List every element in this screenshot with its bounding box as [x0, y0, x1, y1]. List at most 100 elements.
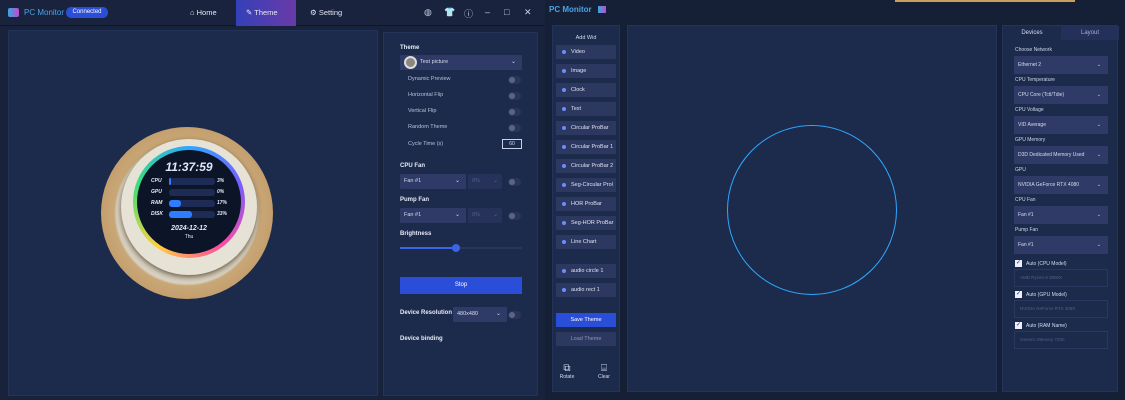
add-widget-item[interactable]: Seg-Circular Prol	[556, 178, 616, 192]
field-select[interactable]: D3D Dedicated Memory Used ⌄	[1014, 146, 1108, 164]
add-widget-item[interactable]: Clock	[556, 83, 616, 97]
widget-label: Line Chart	[571, 239, 597, 245]
app-logo-icon	[8, 8, 19, 17]
theme-select[interactable]: Test picture ⌄	[400, 55, 522, 70]
field-label: Pump Fan	[1015, 227, 1039, 233]
globe-icon[interactable]: ◍	[424, 7, 432, 18]
shirt-icon[interactable]: 👕	[444, 7, 455, 18]
tab-setting[interactable]: ⚙ Setting	[300, 0, 352, 26]
screen-row-bar	[169, 189, 215, 196]
plus-icon	[562, 221, 566, 225]
info-icon[interactable]: ⓘ	[464, 7, 473, 20]
add-audio-widget-item[interactable]: audio rect 1	[556, 283, 616, 297]
layout-canvas[interactable]	[627, 25, 997, 392]
field-select[interactable]: CPU Core (Tctl/Tdie) ⌄	[1014, 86, 1108, 104]
widget-label: Circular ProBar	[571, 125, 609, 131]
cpu-fan-select[interactable]: Fan #1 ⌄	[400, 174, 466, 189]
chevron-down-icon: ⌄	[1096, 62, 1101, 68]
plus-icon	[562, 126, 566, 130]
cpu-fan-label: CPU Fan	[400, 163, 426, 169]
checkbox[interactable]: ✓	[1015, 291, 1022, 298]
close-icon[interactable]: ✕	[524, 7, 532, 18]
field-value: Fan #1	[1018, 212, 1034, 218]
tab-devices[interactable]: Devices	[1003, 26, 1061, 40]
clear-button[interactable]: ⌸ Clear	[595, 363, 613, 380]
pump-fan-percent-select[interactable]: 0% ⌄	[468, 208, 502, 223]
plus-icon	[562, 107, 566, 111]
cpu-fan-toggle[interactable]	[508, 178, 521, 186]
add-widget-item[interactable]: Video	[556, 45, 616, 59]
tab-home-label: Home	[196, 8, 217, 17]
field-label: Choose Network	[1015, 47, 1052, 53]
field-select[interactable]: Fan #1 ⌄	[1014, 206, 1108, 224]
setting-toggle[interactable]	[508, 76, 521, 84]
cpu-fan-percent: 0%	[472, 178, 480, 184]
toggle-label: Dynamic Preview	[408, 76, 451, 82]
rotate-icon: ⧉	[563, 363, 571, 374]
widget-label: Seg-Circular Prol	[571, 182, 613, 188]
add-widget-item[interactable]: Line Chart	[556, 235, 616, 249]
add-widget-item[interactable]: Seg-HOR ProBar	[556, 216, 616, 230]
auto-name-input[interactable]: AMD Ryzen 9 3900X	[1014, 269, 1108, 287]
screen-row-fill	[169, 211, 192, 218]
add-widget-item[interactable]: Circular ProBar 2	[556, 159, 616, 173]
rotate-label: Rotate	[559, 374, 575, 380]
checkbox[interactable]: ✓	[1015, 260, 1022, 267]
toggle-label: Random Theme	[408, 124, 448, 130]
screen-row-fill	[169, 178, 172, 185]
minimize-icon[interactable]: –	[485, 7, 490, 17]
checkbox[interactable]: ✓	[1015, 322, 1022, 329]
save-theme-button[interactable]: Save Theme	[556, 313, 616, 327]
add-widget-item[interactable]: Image	[556, 64, 616, 78]
title-bar: PC Monitor Connected ⌂ Home ✎ Theme Edit…	[0, 0, 545, 43]
screen-row-bar	[169, 200, 215, 207]
field-select[interactable]: Fan #1 ⌄	[1014, 236, 1108, 254]
tab-layout[interactable]: Layout	[1061, 26, 1119, 40]
plus-icon	[562, 164, 566, 168]
field-select[interactable]: NVIDIA GeForce RTX 4080 ⌄	[1014, 176, 1108, 194]
chevron-down-icon: ⌄	[492, 212, 498, 218]
add-widget-item[interactable]: HOR ProBar	[556, 197, 616, 211]
field-label: GPU	[1015, 167, 1026, 173]
field-value: Ethernet 2	[1018, 62, 1042, 68]
field-select[interactable]: Ethernet 2 ⌄	[1014, 56, 1108, 74]
chevron-down-icon: ⌄	[492, 178, 498, 184]
add-widget-item[interactable]: Text	[556, 102, 616, 116]
setting-toggle[interactable]	[508, 108, 521, 116]
stop-button[interactable]: Stop	[400, 277, 522, 294]
gear-icon: ⚙	[310, 8, 319, 17]
widget-label: Clock	[571, 87, 585, 93]
widget-label: audio rect 1	[571, 287, 600, 293]
device-resolution-label: Device Resolution	[400, 310, 453, 316]
field-value: NVIDIA GeForce RTX 4080	[1018, 182, 1080, 188]
pump-fan-select[interactable]: Fan #1 ⌄	[400, 208, 466, 223]
pump-fan-toggle[interactable]	[508, 212, 521, 220]
auto-name-input[interactable]: NVIDIA GeForce RTX 4090	[1014, 300, 1108, 318]
maximize-icon[interactable]: □	[504, 7, 509, 17]
add-widget-item[interactable]: Circular ProBar 1	[556, 140, 616, 154]
brightness-handle[interactable]	[452, 244, 461, 252]
screen-row-label: GPU	[151, 189, 162, 195]
screen-row-value: 33%	[217, 211, 228, 217]
cycle-time-label: Cycle Time (s)	[408, 141, 444, 147]
field-select[interactable]: VID Average ⌄	[1014, 116, 1108, 134]
widget-label: HOR ProBar	[571, 201, 602, 207]
tab-home[interactable]: ⌂ Home	[180, 0, 227, 26]
add-audio-widget-item[interactable]: audio circle 1	[556, 264, 616, 278]
field-label: CPU Voltage	[1015, 107, 1044, 113]
tab-theme-edit[interactable]: ✎ Theme Edit	[236, 0, 296, 43]
resolution-toggle[interactable]	[508, 311, 521, 319]
rotate-button[interactable]: ⧉ Rotate	[558, 363, 576, 380]
cpu-fan-value: Fan #1	[404, 178, 422, 184]
setting-toggle[interactable]	[508, 124, 521, 132]
cycle-time-input[interactable]: 60	[502, 139, 522, 149]
brightness-slider[interactable]	[400, 244, 522, 252]
auto-name-input[interactable]: Generic Memory 7200	[1014, 331, 1108, 349]
load-theme-button[interactable]: Load Theme	[556, 332, 616, 346]
setting-toggle[interactable]	[508, 92, 521, 100]
add-widget-item[interactable]: Circular ProBar	[556, 121, 616, 135]
cpu-fan-percent-select[interactable]: 0% ⌄	[468, 174, 502, 189]
widget-label: Seg-HOR ProBar	[571, 220, 614, 226]
plus-icon	[562, 88, 566, 92]
resolution-select[interactable]: 480x480 ⌄	[453, 307, 507, 322]
